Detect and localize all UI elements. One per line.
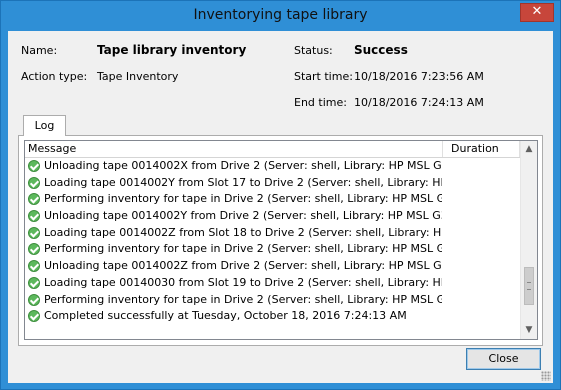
log-row[interactable]: Performing inventory for tape in Drive 2… (25, 241, 520, 258)
end-time-label: End time: (294, 96, 347, 109)
vertical-scrollbar[interactable]: ▲ ▼ (520, 141, 537, 339)
name-label: Name: (21, 44, 58, 57)
status-label: Status: (294, 44, 333, 57)
log-row[interactable]: Unloading tape 0014002X from Drive 2 (Se… (25, 158, 520, 175)
scrollbar-thumb[interactable] (524, 267, 534, 305)
log-duration (443, 292, 520, 309)
success-check-icon (28, 293, 40, 306)
dialog-window: Inventorying tape library ✕ Name: Tape l… (0, 0, 561, 390)
success-check-icon (28, 226, 40, 239)
column-header-message[interactable]: Message (25, 141, 443, 157)
scroll-down-icon[interactable]: ▼ (521, 322, 537, 339)
log-duration (443, 191, 520, 208)
close-button[interactable]: Close (466, 348, 541, 370)
success-check-icon (28, 176, 40, 189)
start-time-label: Start time: (294, 70, 353, 83)
log-row[interactable]: Performing inventory for tape in Drive 2… (25, 292, 520, 309)
log-duration (443, 275, 520, 292)
log-duration (443, 208, 520, 225)
tab-log[interactable]: Log (23, 115, 66, 136)
log-row[interactable]: Loading tape 00140030 from Slot 19 to Dr… (25, 275, 520, 292)
success-check-icon (28, 310, 40, 323)
dialog-body: Name: Tape library inventory Action type… (8, 31, 553, 383)
log-message: Performing inventory for tape in Drive 2… (44, 292, 442, 306)
scroll-up-icon[interactable]: ▲ (521, 141, 537, 158)
success-check-icon (28, 160, 40, 172)
log-row[interactable]: Loading tape 0014002Z from Slot 18 to Dr… (25, 225, 520, 242)
log-message: Loading tape 0014002Y from Slot 17 to Dr… (44, 175, 442, 189)
log-row[interactable]: Loading tape 0014002Y from Slot 17 to Dr… (25, 175, 520, 192)
name-value: Tape library inventory (97, 43, 247, 57)
title-bar[interactable]: Inventorying tape library ✕ (1, 1, 560, 31)
log-list-header: Message Duration (25, 141, 520, 158)
log-message: Completed successfully at Tuesday, Octob… (44, 309, 407, 323)
log-duration (443, 225, 520, 242)
log-row[interactable]: Unloading tape 0014002Z from Drive 2 (Se… (25, 258, 520, 275)
success-check-icon (28, 276, 40, 289)
log-message: Unloading tape 0014002Z from Drive 2 (Se… (44, 259, 442, 273)
log-duration (443, 241, 520, 258)
log-list[interactable]: Message Duration Unloading tape 0014002X… (24, 140, 538, 340)
log-tab-panel: Message Duration Unloading tape 0014002X… (18, 135, 543, 346)
log-message: Performing inventory for tape in Drive 2… (44, 192, 442, 206)
log-message: Loading tape 0014002Z from Slot 18 to Dr… (44, 225, 442, 239)
status-value: Success (354, 43, 408, 57)
log-message: Loading tape 00140030 from Slot 19 to Dr… (44, 275, 442, 289)
log-row[interactable]: Performing inventory for tape in Drive 2… (25, 191, 520, 208)
success-check-icon (28, 260, 40, 273)
log-message: Unloading tape 0014002X from Drive 2 (Se… (44, 159, 442, 172)
log-message: Performing inventory for tape in Drive 2… (44, 242, 442, 256)
action-type-value: Tape Inventory (97, 70, 179, 83)
success-check-icon (28, 210, 40, 223)
resize-grip-icon[interactable] (541, 371, 551, 381)
log-duration (443, 158, 520, 175)
success-check-icon (28, 193, 40, 206)
column-header-duration[interactable]: Duration (443, 141, 520, 157)
success-check-icon (28, 243, 40, 256)
log-row[interactable]: Completed successfully at Tuesday, Octob… (25, 308, 520, 325)
start-time-value: 10/18/2016 7:23:56 AM (354, 70, 484, 83)
log-row[interactable]: Unloading tape 0014002Y from Drive 2 (Se… (25, 208, 520, 225)
action-type-label: Action type: (21, 70, 88, 83)
log-duration (443, 175, 520, 192)
log-duration (443, 258, 520, 275)
log-duration (443, 308, 520, 325)
window-close-button[interactable]: ✕ (520, 3, 554, 22)
log-message: Unloading tape 0014002Y from Drive 2 (Se… (44, 209, 442, 223)
window-title: Inventorying tape library (193, 7, 368, 23)
log-rows: Unloading tape 0014002X from Drive 2 (Se… (25, 158, 520, 325)
end-time-value: 10/18/2016 7:24:13 AM (354, 96, 484, 109)
